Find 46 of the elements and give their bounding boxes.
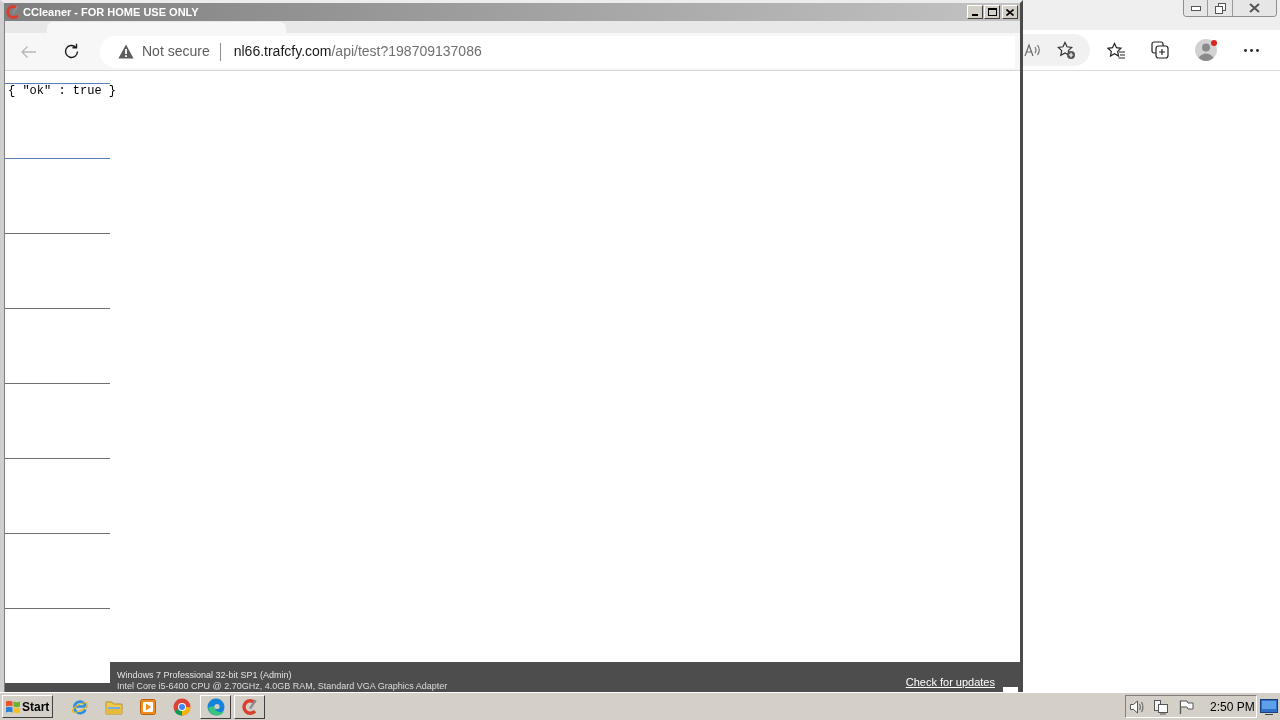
wheel-icon — [172, 697, 191, 716]
minimize-button[interactable] — [1184, 0, 1208, 16]
maximize-button[interactable] — [984, 5, 1000, 19]
collections-icon — [1151, 41, 1169, 59]
speaker-icon[interactable] — [1129, 698, 1145, 715]
refresh-icon — [62, 43, 80, 60]
close-button[interactable] — [1002, 5, 1018, 19]
json-response-text: { "ok" : true } — [8, 84, 117, 98]
address-field[interactable]: Not secure nl66.trafcfy.com/api/test?198709137086 — [100, 35, 1015, 68]
system-info-text: Windows 7 Professional 32-bit SP1 (Admin) — [117, 670, 293, 681]
back-arrow-icon — [19, 44, 37, 59]
play-icon — [139, 698, 156, 715]
restore-button[interactable] — [1208, 0, 1233, 16]
system-info-text: Intel Core i5-6400 CPU @ 2.70GHz, 4.0GB RAM, Standard VGA Graphics Adapter — [117, 681, 448, 692]
minimize-icon — [1190, 5, 1201, 11]
close-icon — [1249, 3, 1260, 13]
network-icon[interactable] — [1153, 698, 1169, 715]
avatar-icon — [1195, 39, 1217, 61]
close-icon — [1006, 8, 1014, 16]
show-desktop-icon[interactable] — [1260, 698, 1278, 715]
taskbar-button[interactable] — [234, 694, 265, 719]
url-text[interactable]: nl66.trafcfy.com/api/test?198709137086 — [233, 41, 482, 62]
windows-flag-icon — [5, 699, 21, 714]
c-brush-icon — [240, 697, 259, 716]
read-aloud-icon[interactable] — [1024, 43, 1041, 57]
c-brush-icon — [5, 4, 21, 20]
start-button[interactable]: Start — [2, 695, 53, 718]
check-updates-link[interactable]: Check for updates — [905, 676, 995, 689]
add-favorite-icon[interactable] — [1057, 40, 1076, 60]
more-icon — [1243, 48, 1259, 52]
taskbar-button[interactable] — [200, 694, 231, 719]
minimize-icon — [972, 14, 978, 16]
restore-icon — [1214, 2, 1226, 14]
e-logo-icon — [70, 697, 89, 716]
swirl-icon — [206, 697, 225, 716]
address-field[interactable] — [1023, 34, 1090, 66]
close-button[interactable] — [1233, 0, 1276, 16]
window-title: CCleaner - FOR HOME USE ONLY — [23, 5, 199, 20]
clock-text[interactable]: 2:50 PM — [1210, 697, 1255, 716]
folder-icon — [104, 698, 123, 715]
warning-icon — [118, 44, 134, 59]
star-list-icon — [1106, 41, 1126, 59]
security-label[interactable]: Not secure — [142, 41, 210, 62]
maximize-icon — [987, 8, 997, 16]
sidebar-item[interactable] — [5, 83, 110, 159]
flag-icon[interactable] — [1178, 698, 1194, 715]
